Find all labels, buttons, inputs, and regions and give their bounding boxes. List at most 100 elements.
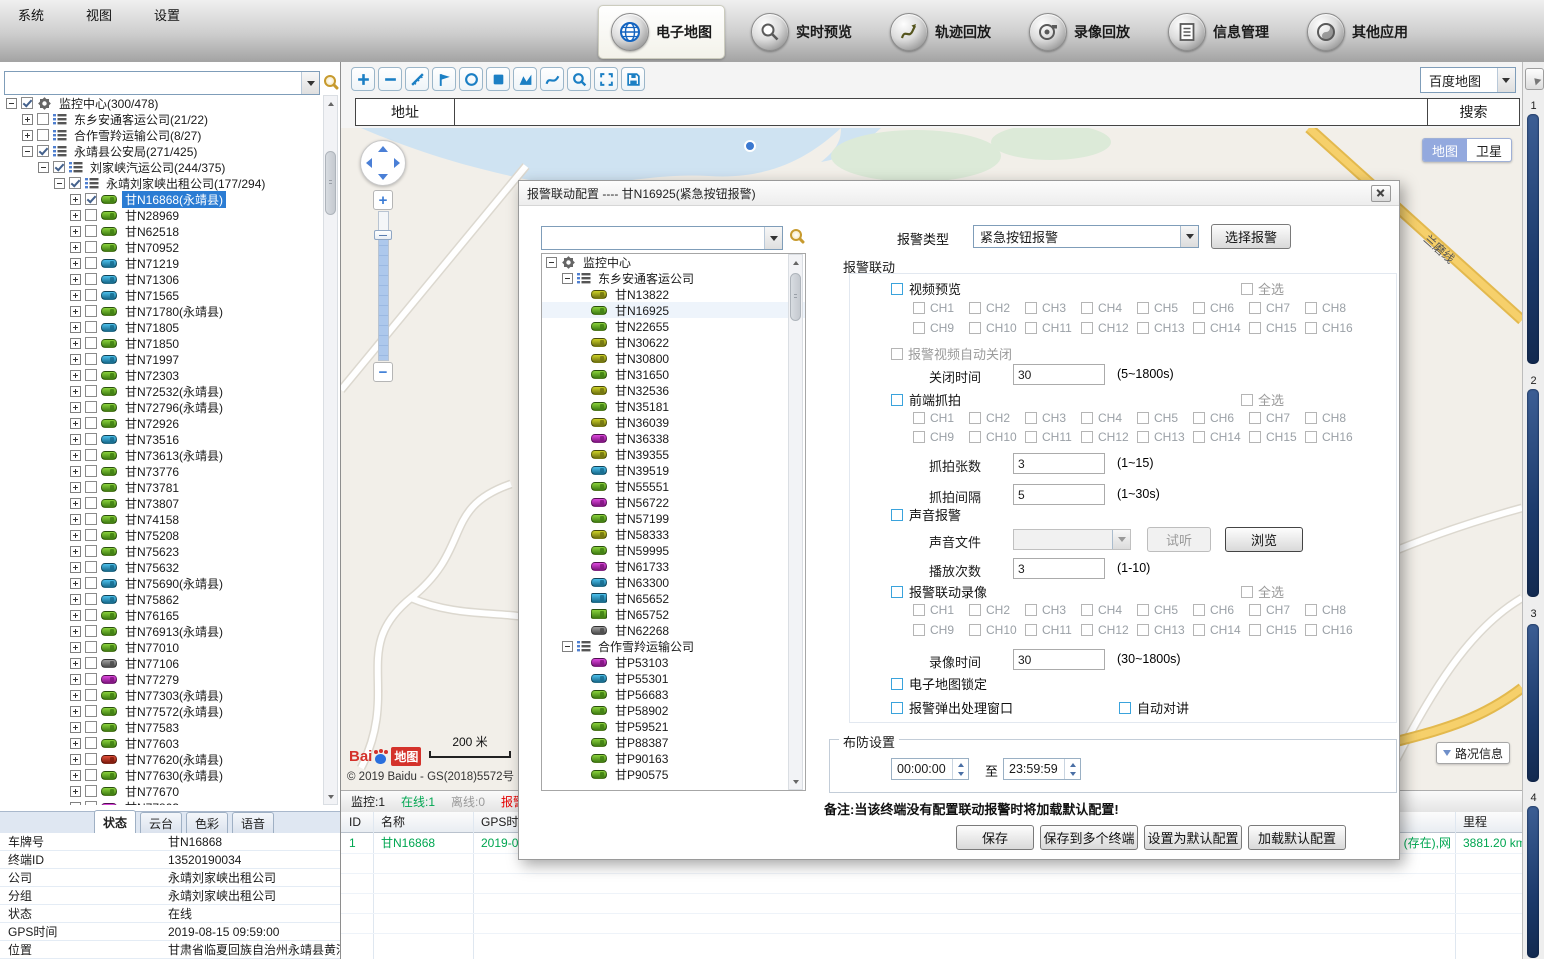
expand-icon[interactable] (70, 754, 81, 765)
collapse-icon[interactable] (546, 257, 557, 268)
checkbox[interactable] (1137, 322, 1149, 334)
preview-channel-ch10[interactable]: CH10 (969, 321, 1025, 335)
tree-checkbox[interactable] (85, 209, 97, 221)
expand-icon[interactable] (70, 322, 81, 333)
listen-button[interactable]: 试听 (1147, 527, 1211, 552)
snapshot-channel-ch1[interactable]: CH1 (913, 411, 969, 425)
footer-button-加载默认配置[interactable]: 加载默认配置 (1248, 825, 1346, 850)
expand-icon[interactable] (70, 354, 81, 365)
tree-checkbox[interactable] (85, 337, 97, 349)
tree-item[interactable]: 甘P59521 (542, 718, 805, 734)
expand-icon[interactable] (70, 274, 81, 285)
rectangle-button[interactable] (486, 67, 510, 91)
tree-item[interactable]: 甘P88387 (542, 734, 805, 750)
scroll-up-icon[interactable] (324, 96, 337, 110)
tree-item[interactable]: 甘N31650 (542, 366, 805, 382)
preview-channel-ch1[interactable]: CH1 (913, 301, 969, 315)
checkbox[interactable] (1025, 624, 1037, 636)
tree-checkbox[interactable] (85, 737, 97, 749)
expand-icon[interactable] (70, 738, 81, 749)
toolbar-button-轨迹回放[interactable]: 轨迹回放 (878, 6, 1003, 58)
expand-icon[interactable] (70, 258, 81, 269)
scroll-up-icon[interactable] (789, 255, 802, 269)
preview-channel-ch12[interactable]: CH12 (1081, 321, 1137, 335)
tree-item[interactable]: 甘N71805 (2, 319, 320, 335)
tree-checkbox[interactable] (85, 769, 97, 781)
snapshot-channel-ch13[interactable]: CH13 (1137, 430, 1193, 444)
checkbox[interactable] (1249, 302, 1261, 314)
tree-checkbox[interactable] (85, 561, 97, 573)
tree-checkbox[interactable] (85, 465, 97, 477)
tree-checkbox[interactable] (85, 401, 97, 413)
tree-item[interactable]: 甘P90575 (542, 766, 805, 782)
expand-icon[interactable] (70, 402, 81, 413)
dock-tab-4[interactable] (1527, 806, 1539, 958)
checkbox[interactable] (1025, 322, 1037, 334)
select-all-checkbox[interactable] (1241, 283, 1253, 295)
tree-item[interactable]: 甘N73776 (2, 463, 320, 479)
tab-色彩[interactable]: 色彩 (186, 812, 228, 833)
expand-icon[interactable] (70, 194, 81, 205)
tree-item[interactable]: 甘N77670 (2, 783, 320, 799)
checkbox[interactable] (1249, 431, 1261, 443)
tree-checkbox[interactable] (85, 241, 97, 253)
record-channel-ch15[interactable]: CH15 (1249, 623, 1305, 637)
snapshot-channel-ch6[interactable]: CH6 (1193, 411, 1249, 425)
checkbox[interactable] (1081, 322, 1093, 334)
checkbox[interactable] (913, 604, 925, 616)
tree-item[interactable]: 甘N77572(永靖县) (2, 703, 320, 719)
tree-checkbox[interactable] (85, 433, 97, 445)
tree-checkbox[interactable] (85, 497, 97, 509)
checkbox[interactable] (1025, 604, 1037, 616)
checkbox[interactable] (913, 302, 925, 314)
tree-item[interactable]: 甘P58902 (542, 702, 805, 718)
expand-icon[interactable] (70, 674, 81, 685)
tree-item[interactable]: 甘N72926 (2, 415, 320, 431)
footer-button-保存到多个终端[interactable]: 保存到多个终端 (1040, 825, 1138, 850)
tree-item[interactable]: 甘N75862 (2, 591, 320, 607)
chevron-down-icon[interactable] (764, 227, 782, 249)
tree-checkbox[interactable] (85, 689, 97, 701)
expand-icon[interactable] (70, 514, 81, 525)
expand-icon[interactable] (22, 130, 33, 141)
checkbox[interactable] (969, 302, 981, 314)
tree-checkbox[interactable] (85, 529, 97, 541)
snapshot-channel-ch12[interactable]: CH12 (1081, 430, 1137, 444)
checkbox[interactable] (1025, 412, 1037, 424)
checkbox[interactable] (969, 624, 981, 636)
tab-语音[interactable]: 语音 (232, 812, 274, 833)
tab-云台[interactable]: 云台 (140, 812, 182, 833)
tree-checkbox[interactable] (85, 449, 97, 461)
tree-item[interactable]: 甘N72532(永靖县) (2, 383, 320, 399)
tree-item[interactable]: 甘N58333 (542, 526, 805, 542)
tree-checkbox[interactable] (85, 625, 97, 637)
sound-alarm-checkbox[interactable] (891, 509, 903, 521)
close-icon[interactable] (1371, 185, 1391, 202)
tree-item[interactable]: 甘P55301 (542, 670, 805, 686)
auto-talk-checkbox[interactable] (1119, 702, 1131, 714)
collapse-icon[interactable] (562, 641, 573, 652)
tree-item[interactable]: 甘N55551 (542, 478, 805, 494)
zoom-in-button[interactable]: + (373, 190, 393, 210)
tree-item[interactable]: 甘N76165 (2, 607, 320, 623)
tree-item[interactable]: 甘N36039 (542, 414, 805, 430)
scroll-down-icon[interactable] (324, 790, 337, 804)
expand-icon[interactable] (70, 562, 81, 573)
checkbox[interactable] (1249, 322, 1261, 334)
tree-item[interactable]: 甘N74158 (2, 511, 320, 527)
snapshot-channel-ch4[interactable]: CH4 (1081, 411, 1137, 425)
tree-item[interactable]: 甘N61733 (542, 558, 805, 574)
tree-checkbox[interactable] (85, 257, 97, 269)
tree-item[interactable]: 甘N73613(永靖县) (2, 447, 320, 463)
tree-checkbox[interactable] (85, 513, 97, 525)
select-alarm-button[interactable]: 选择报警 (1211, 224, 1291, 249)
fullscreen-button[interactable] (594, 67, 618, 91)
preview-channel-ch3[interactable]: CH3 (1025, 301, 1081, 315)
checkbox[interactable] (969, 322, 981, 334)
tree-item[interactable]: 甘N16868(永靖县) (2, 191, 320, 207)
checkbox[interactable] (969, 431, 981, 443)
tree-item[interactable]: 甘N77630(永靖县) (2, 767, 320, 783)
expand-icon[interactable] (70, 546, 81, 557)
defense-start-time[interactable]: 00:00:00 (891, 758, 969, 780)
tree-item[interactable]: 甘N30622 (542, 334, 805, 350)
